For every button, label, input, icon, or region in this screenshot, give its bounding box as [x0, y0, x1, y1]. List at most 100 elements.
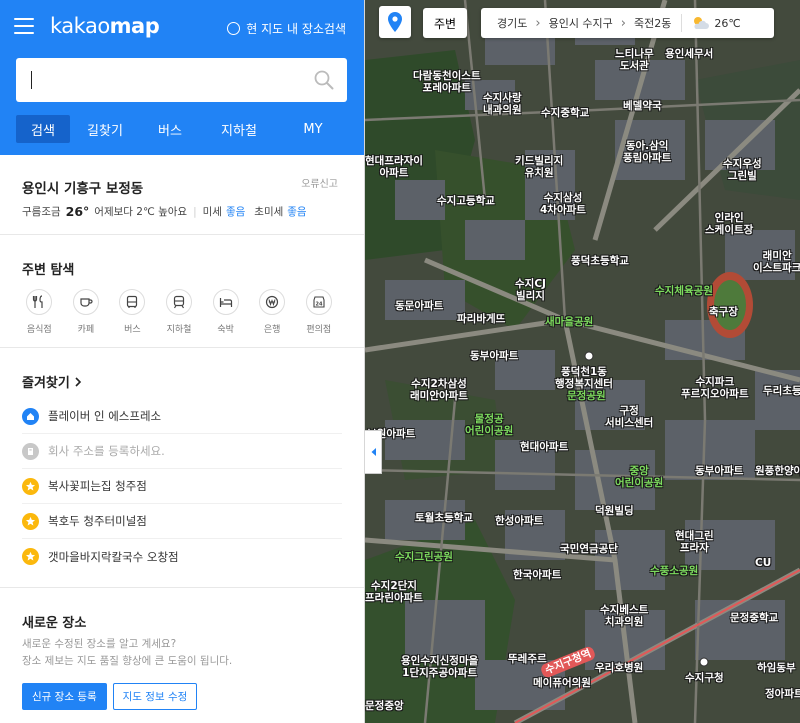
- edit-map-info-button[interactable]: 지도 정보 수정: [112, 683, 198, 710]
- map-label[interactable]: 래미안 이스트파크: [753, 250, 800, 274]
- breadcrumb-district[interactable]: 죽전2동: [634, 15, 671, 31]
- map-label[interactable]: 동아.삼익 풍림아파트: [623, 140, 671, 164]
- map-label[interactable]: 동문아파트: [395, 300, 443, 312]
- nearby-button[interactable]: 주변: [423, 8, 467, 38]
- map-label[interactable]: 동부아파트: [695, 465, 743, 477]
- tab-search[interactable]: 검색: [16, 115, 70, 143]
- category-label: 카페: [77, 325, 95, 335]
- search-icon[interactable]: [313, 69, 335, 91]
- category-cafe[interactable]: 카페: [63, 289, 110, 335]
- map-label[interactable]: 구정 서비스센터: [605, 405, 653, 429]
- map-label[interactable]: 수지파크 푸르지오아파트: [681, 376, 749, 400]
- favorite-item-work[interactable]: 회사 주소를 등록하세요.: [22, 434, 342, 469]
- favorites-title[interactable]: 즐겨찾기: [22, 372, 342, 391]
- map-label[interactable]: 인라인 스케이트장: [705, 212, 753, 236]
- tab-bus[interactable]: 버스: [140, 115, 200, 143]
- map-label[interactable]: 물정공 어린이공원: [465, 413, 513, 437]
- breadcrumb-province[interactable]: 경기도: [497, 15, 527, 31]
- map-label[interactable]: 두리초등: [763, 385, 800, 397]
- map-label[interactable]: 베델약국: [623, 100, 662, 112]
- map-label[interactable]: 수지고등학교: [437, 195, 495, 207]
- map-label[interactable]: 문정공원: [567, 390, 606, 402]
- menu-icon[interactable]: [14, 18, 34, 34]
- category-subway[interactable]: 지하철: [156, 289, 203, 335]
- radio-icon: [227, 22, 241, 35]
- weather-section: 용인시 기흥구 보정동 오류신고 구름조금 26° 어제보다 2℃ 높아요 | …: [0, 155, 364, 235]
- map-label[interactable]: 문정중학교: [730, 612, 778, 624]
- map-label[interactable]: 용인세무서: [665, 48, 713, 60]
- tab-subway[interactable]: 지하철: [200, 115, 278, 143]
- map-label[interactable]: 수지삼성 4차아파트: [540, 192, 586, 216]
- map-label[interactable]: 수지체육공원: [655, 285, 713, 297]
- chevron-right-icon: ›: [535, 15, 541, 31]
- map-label[interactable]: 수지우성 그린빌: [723, 158, 762, 182]
- category-label: 편의점: [306, 325, 332, 335]
- tab-directions[interactable]: 길찾기: [70, 115, 140, 143]
- category-lodging[interactable]: 숙박: [202, 289, 249, 335]
- search-input[interactable]: [16, 58, 296, 102]
- favorite-label: 복호두 청주터미널점: [48, 514, 147, 528]
- svg-text:24: 24: [315, 302, 322, 308]
- map-label[interactable]: 수지베스트 치과의원: [600, 604, 648, 628]
- map-label[interactable]: 토월초등학교: [415, 512, 473, 524]
- favorite-item-home[interactable]: 플레이버 인 에스프레소: [22, 399, 342, 434]
- map-label[interactable]: 하임동부: [757, 662, 796, 674]
- my-location-button[interactable]: [379, 6, 411, 38]
- map-label[interactable]: 수지중학교: [541, 107, 589, 119]
- map-label[interactable]: 덕원빌딩: [595, 505, 634, 517]
- map-label[interactable]: 수지그린공원: [395, 551, 453, 563]
- map-label[interactable]: 축구장: [709, 306, 738, 318]
- favorite-item[interactable]: 갯마을바지락칼국수 오창점: [22, 539, 342, 574]
- category-restaurant[interactable]: 음식점: [16, 289, 63, 335]
- map-label[interactable]: 동부아파트: [470, 350, 518, 362]
- collapse-sidebar-button[interactable]: [365, 430, 382, 474]
- map-label[interactable]: 현대아파트: [520, 441, 568, 453]
- map-label[interactable]: 한성아파트: [495, 515, 543, 527]
- map-label[interactable]: 용인수지신정마을 1단지주공아파트: [401, 655, 478, 679]
- map-label[interactable]: 메이퓨어의원: [533, 677, 591, 689]
- map-label[interactable]: 현대프라자이 아파트: [365, 155, 423, 179]
- map-label[interactable]: 풍덕천1동 행정복지센터: [555, 366, 613, 390]
- report-error-link[interactable]: 오류신고: [301, 175, 338, 190]
- map-label[interactable]: 뚜레주르: [508, 653, 547, 665]
- map-label[interactable]: 키드빌리지 유치원: [515, 155, 563, 179]
- map-label[interactable]: 중앙 어린이공원: [615, 465, 663, 489]
- category-label: 지하철: [166, 325, 192, 335]
- map-label[interactable]: 수지CJ 빌리지: [515, 278, 546, 302]
- tab-my[interactable]: MY: [278, 115, 348, 143]
- category-bank[interactable]: 은행: [249, 289, 296, 335]
- map-label[interactable]: 국민연금공단: [560, 543, 618, 555]
- bus-icon: [119, 289, 146, 315]
- map-label[interactable]: 정아파트: [765, 688, 800, 700]
- favorite-item[interactable]: 복사꽃피는집 청주점: [22, 469, 342, 504]
- partly-cloudy-icon: [694, 17, 710, 29]
- map-label[interactable]: 문정중앙: [365, 700, 404, 712]
- map-label[interactable]: 수지구청: [685, 672, 724, 684]
- map-label[interactable]: 수풍소공원: [650, 565, 698, 577]
- kakaomap-logo[interactable]: kakaomap: [50, 14, 160, 38]
- map-label[interactable]: 우리호병원: [595, 662, 643, 674]
- category-convenience-store[interactable]: 24 편의점: [295, 289, 342, 335]
- map-label[interactable]: 수지2차삼성 래미안아파트: [410, 378, 468, 402]
- map-label[interactable]: CU: [755, 557, 771, 569]
- map-label[interactable]: 새마을공원: [545, 316, 593, 328]
- logo-text-bold: map: [109, 14, 160, 38]
- in-map-search-label: 현 지도 내 장소검색: [246, 22, 346, 36]
- map-label[interactable]: 현대그린 프라자: [675, 530, 714, 554]
- map-label[interactable]: 느티나무 도서관: [615, 48, 654, 72]
- favorite-item[interactable]: 복호두 청주터미널점: [22, 504, 342, 539]
- map-label[interactable]: 수지사랑 내과의원: [483, 92, 522, 116]
- register-place-button[interactable]: 신규 장소 등록: [22, 683, 107, 710]
- breadcrumb-city[interactable]: 용인시 수지구: [549, 15, 613, 31]
- map-label[interactable]: 원풍한양아파트: [755, 465, 800, 477]
- map-label[interactable]: 파리바게뜨: [457, 313, 505, 325]
- category-bus[interactable]: 버스: [109, 289, 156, 335]
- map-label[interactable]: 다람동천이스트 포레아파트: [413, 70, 481, 94]
- fine-dust-label: 미세: [202, 206, 222, 218]
- map-label[interactable]: 수지2단지 프라린아파트: [365, 580, 423, 604]
- satellite-map[interactable]: 다람동천이스트 포레아파트 느티나무 도서관 용인세무서 수지사랑 내과의원 수지중학…: [365, 0, 800, 723]
- in-map-search-toggle[interactable]: 현 지도 내 장소검색: [227, 20, 346, 37]
- explore-title: 주변 탐색: [22, 263, 75, 278]
- map-label[interactable]: 풍덕초등학교: [571, 255, 629, 267]
- map-label[interactable]: 한국아파트: [513, 569, 561, 581]
